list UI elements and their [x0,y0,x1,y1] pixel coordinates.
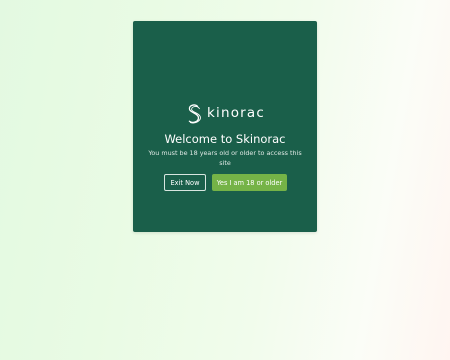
brand-name: kinorac [206,105,266,122]
skinorac-s-logo-icon [188,104,201,124]
age-requirement-text: You must be 18 years old or older to acc… [148,149,302,167]
modal-title: Welcome to Skinorac [164,132,286,146]
age-verification-modal: kinorac Welcome to Skinorac You must be … [133,21,317,232]
exit-now-button[interactable]: Exit Now [164,174,206,191]
confirm-age-button[interactable]: Yes I am 18 or older [212,174,287,191]
brand-logo: kinorac [133,101,317,127]
